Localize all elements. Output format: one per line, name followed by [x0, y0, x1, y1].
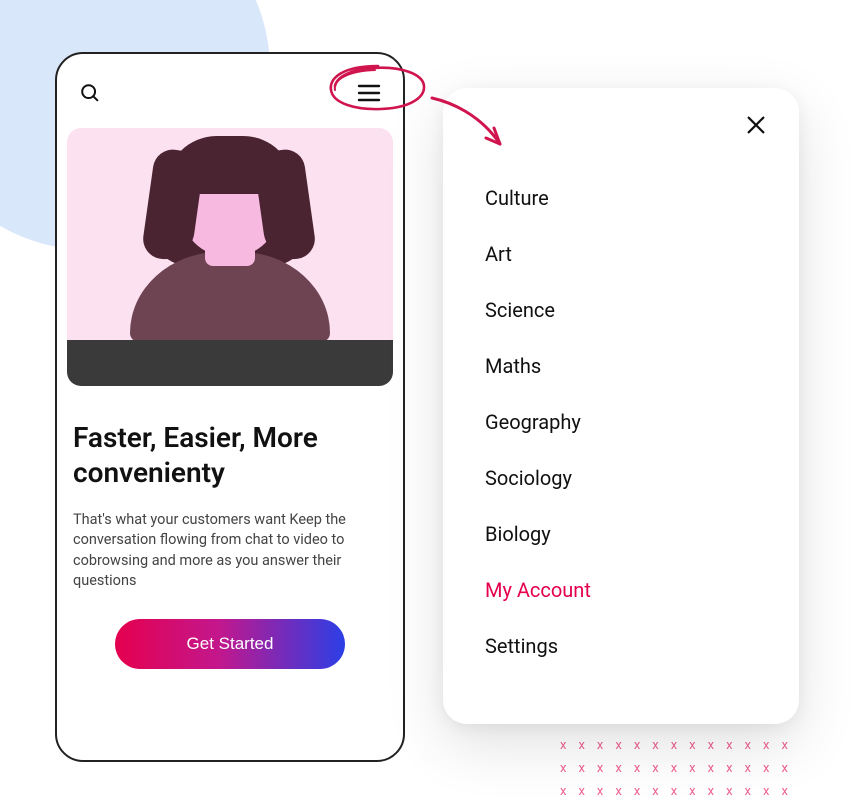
menu-list: CultureArtScienceMathsGeographySociology… — [471, 170, 771, 674]
hero-title: Faster, Easier, More convenienty — [73, 420, 387, 490]
menu-item-biology[interactable]: Biology — [485, 506, 771, 562]
menu-item-culture[interactable]: Culture — [485, 170, 771, 226]
menu-item-geography[interactable]: Geography — [485, 394, 771, 450]
menu-item-art[interactable]: Art — [485, 226, 771, 282]
menu-item-maths[interactable]: Maths — [485, 338, 771, 394]
menu-item-sociology[interactable]: Sociology — [485, 450, 771, 506]
x-pattern-decor: xxxxxxxxxxxxxxxxxxxxxxxxxxxxxxxxxxxxxxx — [560, 738, 850, 799]
get-started-button[interactable]: Get Started — [115, 619, 345, 669]
phone-frame: Faster, Easier, More convenienty That's … — [55, 52, 405, 762]
close-icon[interactable] — [741, 110, 771, 140]
hero-illustration — [67, 128, 393, 386]
menu-item-settings[interactable]: Settings — [485, 618, 771, 674]
menu-panel: CultureArtScienceMathsGeographySociology… — [443, 88, 799, 724]
menu-item-science[interactable]: Science — [485, 282, 771, 338]
hero-description: That's what your customers want Keep the… — [73, 510, 387, 591]
menu-close-row — [471, 110, 771, 140]
search-icon[interactable] — [75, 78, 105, 108]
phone-header — [67, 78, 393, 128]
menu-item-my-account[interactable]: My Account — [485, 562, 771, 618]
menu-icon[interactable] — [353, 79, 385, 107]
hero-content: Faster, Easier, More convenienty That's … — [67, 386, 393, 740]
